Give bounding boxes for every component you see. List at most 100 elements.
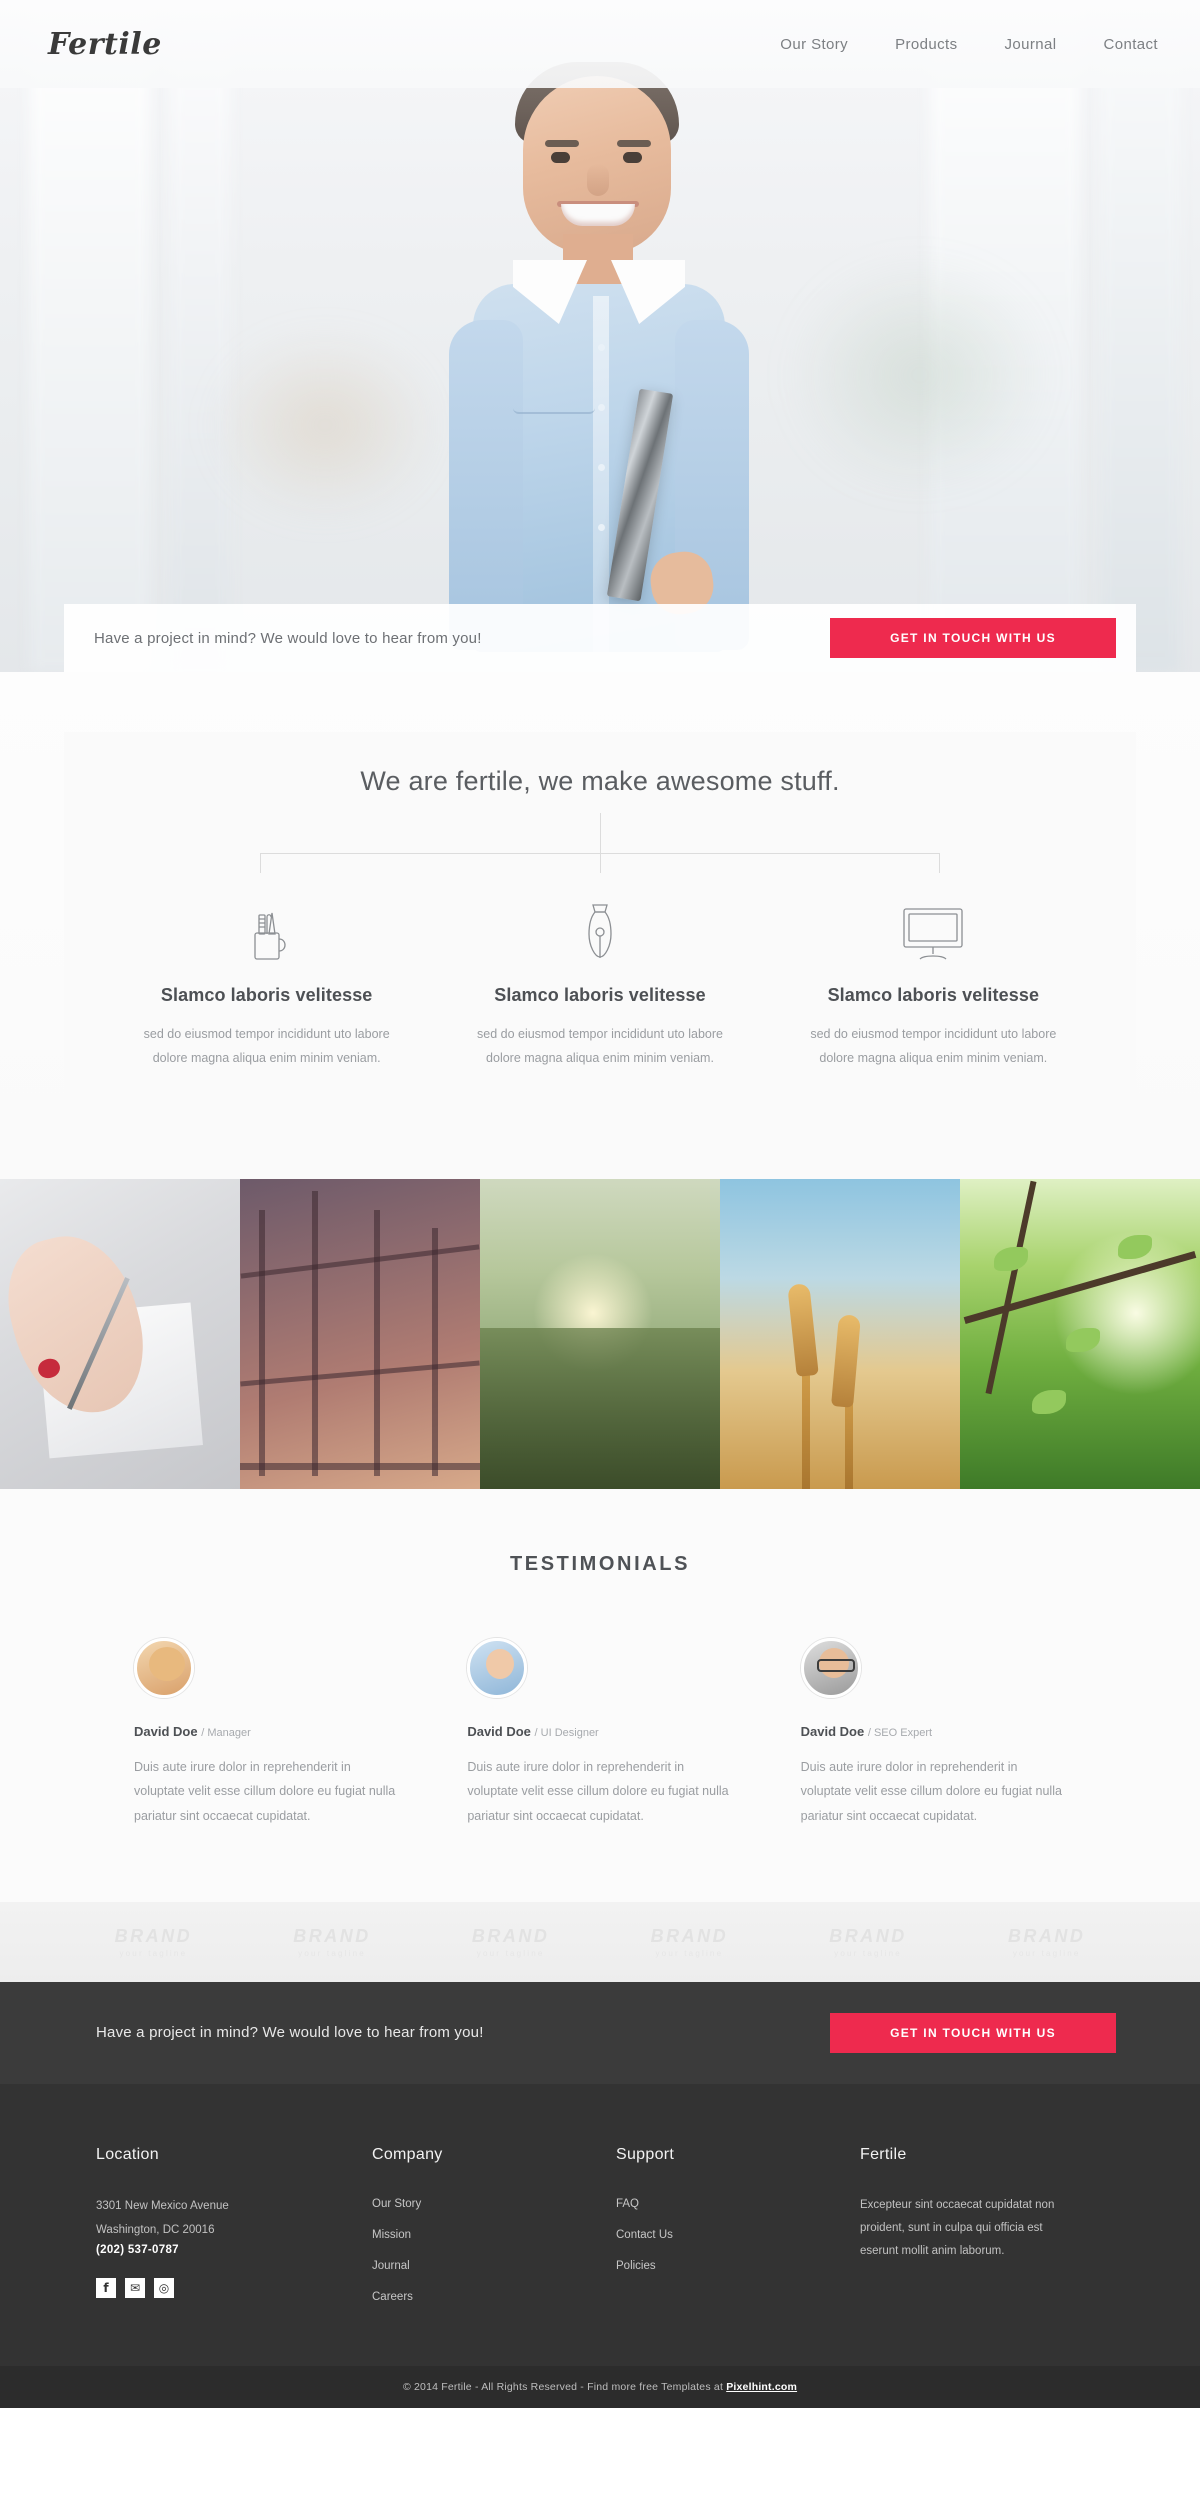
testimonials-columns: David Doe / Manager Duis aute irure dolo… (100, 1637, 1100, 1828)
brand-tagline: your tagline (119, 1948, 188, 1958)
footer-cta-section: Have a project in mind? We would love to… (0, 1981, 1200, 2084)
feature-heading-1: Slamco laboris velitesse (160, 985, 373, 1005)
footer-heading-company: Company (372, 2145, 443, 2163)
branch-connector-graphic (260, 813, 940, 873)
nav-item-contact[interactable]: Contact (1104, 36, 1159, 53)
pixelhint-link[interactable]: Pixelhint.com (726, 2381, 797, 2393)
feature-heading-2: Slamco laboris velitesse (494, 985, 706, 1005)
avatar (800, 1637, 861, 1698)
feature-heading-3: Slamco laboris velitesse (827, 985, 1040, 1005)
brand-tagline: your tagline (834, 1948, 902, 1958)
footer-about-text: Excepteur sint occaecat cupidatat non pr… (860, 2198, 1055, 2257)
testimonial-author-1: David Doe (134, 1723, 198, 1739)
footer-address-line2: Washington, DC 20016 (96, 2224, 215, 2237)
footer-column-about: Fertile Excepteur sint occaecat cupidata… (860, 2146, 1104, 2318)
hero-cta-text: Have a project in mind? We would love to… (94, 629, 482, 647)
dribbble-icon[interactable]: ◎ (154, 2278, 174, 2299)
nav-item-products[interactable]: Products (895, 36, 957, 53)
feature-card-1: Slamco laboris velitesse sed do eiusmod … (100, 891, 433, 1071)
testimonial-quote-2: Duis aute irure dolor in reprehenderit i… (467, 1759, 729, 1823)
hero-person-photo (435, 52, 765, 652)
brand-tagline: your tagline (298, 1948, 366, 1958)
footer-heading-fertile: Fertile (860, 2145, 907, 2163)
gallery-image-bridge[interactable] (240, 1178, 480, 1489)
brand-logo-4[interactable]: BRAND your tagline (600, 1926, 779, 1958)
testimonial-card-3: David Doe / SEO Expert Duis aute irure d… (767, 1637, 1100, 1828)
brand-tagline: your tagline (476, 1948, 545, 1958)
nav-item-our-story[interactable]: Our Story (780, 36, 848, 53)
site-footer: Location 3301 New Mexico Avenue Washingt… (0, 2083, 1200, 2366)
brand-logo-5[interactable]: BRAND your tagline (779, 1926, 958, 1958)
footer-column-company: Company Our Story Mission Journal Career… (372, 2146, 616, 2318)
copyright-bar: © 2014 Fertile - All Rights Reserved - F… (0, 2365, 1200, 2408)
footer-column-location: Location 3301 New Mexico Avenue Washingt… (96, 2146, 372, 2318)
footer-link-contact-us[interactable]: Contact Us (616, 2229, 673, 2241)
avatar (467, 1637, 528, 1698)
footer-phone[interactable]: (202) 537-0787 (96, 2244, 342, 2256)
footer-heading-support: Support (616, 2145, 675, 2163)
brand-name: BRAND (293, 1925, 371, 1946)
footer-heading-location: Location (96, 2145, 159, 2163)
feature-card-3: Slamco laboris velitesse sed do eiusmod … (767, 891, 1100, 1071)
feature-body-1: sed do eiusmod tempor incididunt uto lab… (143, 1027, 390, 1066)
site-header: Fertile Our Story Products Journal Conta… (0, 0, 1200, 88)
testimonial-role-2: / UI Designer (534, 1726, 599, 1739)
brand-tagline: your tagline (1012, 1948, 1081, 1958)
hero-cta-bar: Have a project in mind? We would love to… (64, 604, 1136, 672)
footer-link-careers[interactable]: Careers (372, 2291, 413, 2303)
social-links: f ✉ ◎ (96, 2278, 342, 2299)
facebook-icon[interactable]: f (96, 2278, 116, 2299)
avatar (134, 1637, 194, 1698)
hero-section: Fertile Our Story Products Journal Conta… (0, 0, 1200, 672)
testimonial-card-1: David Doe / Manager Duis aute irure dolo… (100, 1637, 433, 1828)
footer-link-our-story[interactable]: Our Story (372, 2198, 421, 2210)
site-logo[interactable]: Fertile (48, 27, 162, 62)
brand-name: BRAND (471, 1925, 550, 1946)
feature-body-2: sed do eiusmod tempor incididunt uto lab… (477, 1027, 723, 1066)
testimonial-name-3: David Doe / SEO Expert (801, 1724, 1066, 1739)
footer-link-mission[interactable]: Mission (372, 2229, 411, 2241)
copyright-text: © 2014 Fertile - All Rights Reserved - F… (402, 2380, 727, 2393)
feature-card-2: Slamco laboris velitesse sed do eiusmod … (433, 891, 766, 1071)
features-title: We are fertile, we make awesome stuff. (360, 766, 840, 796)
brand-name: BRAND (1007, 1925, 1086, 1946)
brand-logo-3[interactable]: BRAND your tagline (421, 1926, 600, 1958)
brand-name: BRAND (114, 1925, 193, 1946)
testimonial-quote-1: Duis aute irure dolor in reprehenderit i… (134, 1759, 396, 1823)
testimonial-author-2: David Doe (467, 1723, 531, 1739)
photo-gallery-strip (0, 1178, 1200, 1489)
footer-get-in-touch-button[interactable]: GET IN TOUCH WITH US (830, 2012, 1116, 2053)
footer-column-support: Support FAQ Contact Us Policies (616, 2146, 860, 2318)
gallery-image-field-sunset[interactable] (480, 1178, 720, 1489)
gallery-image-wheat[interactable] (720, 1178, 960, 1489)
nav-item-journal[interactable]: Journal (1005, 36, 1057, 53)
brand-logos-strip: BRAND your tagline BRAND your tagline BR… (0, 1901, 1200, 1982)
gallery-image-hand-writing[interactable] (0, 1178, 240, 1489)
gallery-image-leaves[interactable] (960, 1178, 1200, 1489)
brand-name: BRAND (829, 1925, 907, 1946)
testimonials-title: TESTIMONIALS (509, 1552, 691, 1575)
brand-logo-1[interactable]: BRAND your tagline (64, 1926, 243, 1958)
footer-address-line1: 3301 New Mexico Avenue (96, 2199, 229, 2212)
testimonial-name-1: David Doe / Manager (134, 1724, 399, 1739)
testimonial-role-3: / SEO Expert (867, 1726, 933, 1739)
features-columns: Slamco laboris velitesse sed do eiusmod … (100, 891, 1100, 1071)
landing-page: Fertile Our Story Products Journal Conta… (0, 0, 1200, 2408)
hero-get-in-touch-button[interactable]: GET IN TOUCH WITH US (830, 618, 1116, 658)
features-section: We are fertile, we make awesome stuff. S… (0, 672, 1200, 1179)
brand-logo-2[interactable]: BRAND your tagline (243, 1926, 422, 1958)
testimonials-section: TESTIMONIALS David Doe / Manager Duis au… (0, 1488, 1200, 1902)
testimonial-role-1: / Manager (201, 1726, 251, 1739)
fountain-pen-nib-icon (461, 891, 738, 961)
brand-logo-6[interactable]: BRAND your tagline (957, 1926, 1136, 1958)
testimonial-quote-3: Duis aute irure dolor in reprehenderit i… (800, 1759, 1062, 1823)
footer-link-faq[interactable]: FAQ (616, 2198, 639, 2210)
footer-cta-text: Have a project in mind? We would love to… (96, 2024, 484, 2042)
testimonial-author-3: David Doe (800, 1723, 865, 1739)
footer-link-journal[interactable]: Journal (372, 2260, 410, 2272)
footer-link-policies[interactable]: Policies (616, 2260, 656, 2272)
main-navigation: Our Story Products Journal Contact (780, 36, 1158, 53)
feature-body-3: sed do eiusmod tempor incididunt uto lab… (810, 1027, 1057, 1066)
pencil-cup-icon (128, 891, 405, 961)
twitter-icon[interactable]: ✉ (125, 2278, 145, 2299)
